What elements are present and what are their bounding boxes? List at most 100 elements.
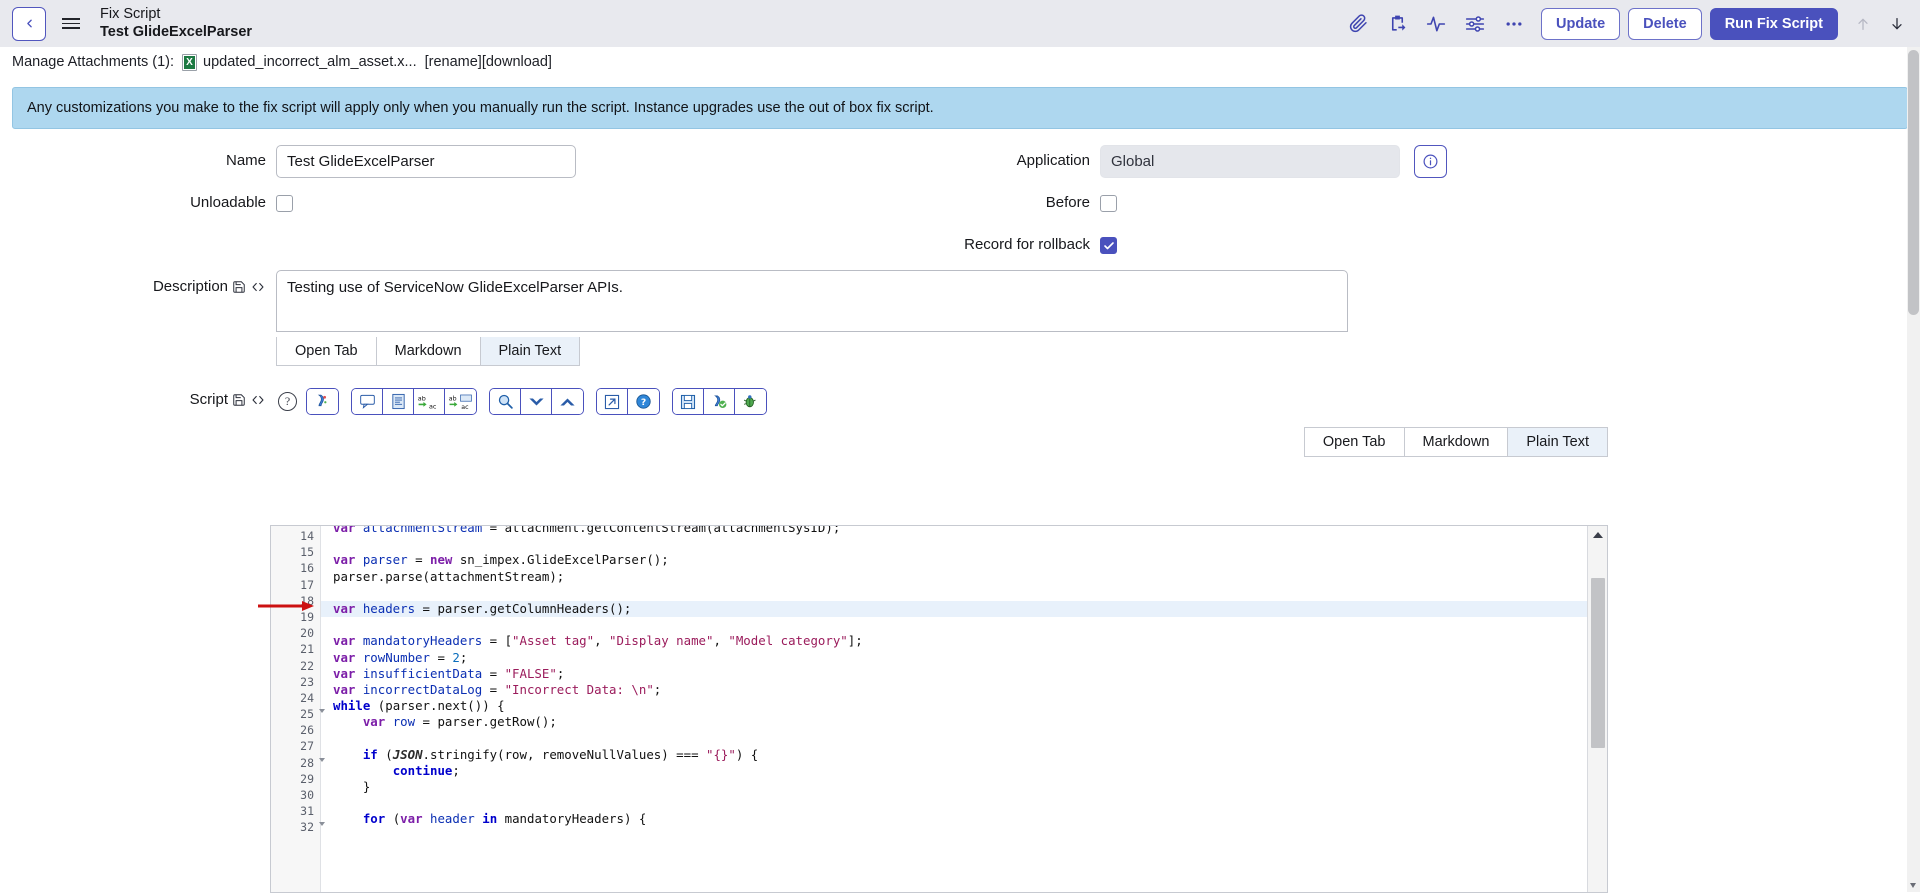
editor-code-line[interactable]: var attachmentStream = attachment.getCon… <box>321 526 1607 536</box>
script-tab-open-tab[interactable]: Open Tab <box>1304 428 1405 456</box>
description-tab-open-tab[interactable]: Open Tab <box>277 337 377 365</box>
svg-text:ac: ac <box>429 402 437 410</box>
search-icon[interactable] <box>490 389 521 414</box>
page-vertical-scrollbar[interactable] <box>1907 47 1920 892</box>
attachment-rename-link[interactable]: [rename] <box>425 54 482 70</box>
comment-icon[interactable] <box>352 389 383 414</box>
toolbar-group-navigate <box>489 388 584 415</box>
code-token: var <box>333 681 363 697</box>
code-brackets-icon[interactable] <box>250 393 266 407</box>
info-banner-text: Any customizations you make to the fix s… <box>27 100 934 116</box>
clipboard-export-icon[interactable] <box>1386 13 1408 35</box>
save-floppy-icon[interactable] <box>232 280 246 294</box>
editor-code-line[interactable]: var incorrectDataLog = "Incorrect Data: … <box>321 682 1607 698</box>
before-checkbox[interactable] <box>1100 195 1117 212</box>
form-col-right: Record for rollback <box>960 234 1920 254</box>
editor-code-line[interactable] <box>321 617 1607 633</box>
open-external-icon[interactable] <box>597 389 628 414</box>
form-col-right: Application Global <box>960 145 1920 178</box>
application-value[interactable]: Global <box>1100 145 1400 178</box>
editor-line-number: 22 <box>300 658 314 673</box>
activity-pulse-icon[interactable] <box>1425 13 1447 35</box>
code-token: JSON <box>392 746 423 762</box>
next-record-arrow-icon[interactable] <box>1888 14 1906 34</box>
update-button[interactable]: Update <box>1541 7 1621 40</box>
editor-code-line[interactable]: while (parser.next()) { <box>321 698 1607 714</box>
run-fix-script-button[interactable]: Run Fix Script <box>1709 7 1838 40</box>
editor-code-line[interactable]: } <box>321 779 1607 795</box>
code-brackets-icon[interactable] <box>250 280 266 294</box>
editor-code-area[interactable]: var attachmentStream = attachment.getCon… <box>321 526 1607 892</box>
form-row-description: Description Open Tab Markdown Plain Text <box>0 270 1920 366</box>
syntax-colorizer-icon[interactable] <box>307 389 338 414</box>
check-icon <box>1103 241 1114 249</box>
editor-code-line[interactable]: if (JSON.stringify(row, removeNullValues… <box>321 747 1607 763</box>
debug-bug-icon[interactable] <box>735 389 766 414</box>
editor-code-line[interactable] <box>321 585 1607 601</box>
editor-line-number-gutter: 14 15 16 17 18 19 20 21 22 23 24 25 26 27 28 29 30 31 32 <box>271 526 325 892</box>
description-textarea[interactable] <box>276 270 1348 332</box>
name-input[interactable] <box>276 145 576 178</box>
attachment-file-name[interactable]: updated_incorrect_alm_asset.x... <box>203 54 417 70</box>
format-document-icon[interactable] <box>383 389 414 414</box>
editor-scroll-thumb[interactable] <box>1591 578 1605 748</box>
jump-up-icon[interactable] <box>552 389 583 414</box>
editor-code-line[interactable] <box>321 795 1607 811</box>
record-for-rollback-checkbox[interactable] <box>1100 237 1117 254</box>
editor-code-line[interactable]: parser.parse(attachmentStream); <box>321 569 1607 585</box>
delete-button[interactable]: Delete <box>1628 7 1702 40</box>
code-token: = <box>407 552 430 568</box>
attachment-icon[interactable] <box>1347 13 1369 35</box>
page-scroll-thumb[interactable] <box>1908 50 1919 315</box>
editor-vertical-scrollbar[interactable] <box>1587 526 1607 892</box>
code-token: rowNumber <box>362 649 430 665</box>
editor-code-line[interactable] <box>321 536 1607 552</box>
description-tab-markdown[interactable]: Markdown <box>376 337 481 365</box>
unloadable-checkbox[interactable] <box>276 195 293 212</box>
code-token: "Asset tag" <box>512 633 595 649</box>
form-row-name-application: Name Application Global <box>0 145 1920 178</box>
editor-line-number: 26 <box>300 723 314 738</box>
page-scroll-down-arrow-icon[interactable] <box>1910 883 1916 888</box>
replace-text-icon[interactable]: ab ac <box>414 389 445 414</box>
editor-code-line[interactable]: var mandatoryHeaders = ["Asset tag", "Di… <box>321 633 1607 649</box>
previous-record-arrow-icon[interactable] <box>1854 14 1872 34</box>
editor-scroll-up-arrow-icon[interactable] <box>1592 532 1603 538</box>
svg-text:ab: ab <box>418 394 426 402</box>
editor-code-line[interactable]: var insufficientData = "FALSE"; <box>321 666 1607 682</box>
save-floppy-icon[interactable] <box>232 393 246 407</box>
more-options-icon[interactable] <box>1503 13 1525 35</box>
editor-line-number: 25 <box>271 706 325 722</box>
editor-code-line[interactable]: for (var header in mandatoryHeaders) { <box>321 811 1607 827</box>
replace-all-icon[interactable]: ab ac <box>445 389 476 414</box>
description-tab-plain-text[interactable]: Plain Text <box>480 337 580 365</box>
preferences-sliders-icon[interactable] <box>1464 13 1486 35</box>
script-tab-markdown[interactable]: Markdown <box>1404 428 1509 456</box>
editor-code-line[interactable]: var rowNumber = 2; <box>321 650 1607 666</box>
attachment-download-link[interactable]: [download] <box>482 54 552 70</box>
application-label: Application <box>1016 152 1090 169</box>
save-icon[interactable] <box>673 389 704 414</box>
attachments-label[interactable]: Manage Attachments (1): <box>12 54 174 70</box>
question-circle-icon[interactable]: ? <box>278 392 297 411</box>
editor-code-line[interactable]: var parser = new sn_impex.GlideExcelPars… <box>321 552 1607 568</box>
editor-line-number: 18 <box>300 593 314 608</box>
application-info-button[interactable] <box>1414 145 1447 178</box>
back-button[interactable] <box>12 6 46 41</box>
editor-code-line[interactable]: var headers = parser.getColumnHeaders(); <box>321 600 1607 618</box>
editor-line-number: 17 <box>300 577 314 592</box>
editor-code-line[interactable]: continue; <box>321 763 1607 779</box>
editor-code-line[interactable]: var row = parser.getRow(); <box>321 714 1607 730</box>
code-token: in <box>482 811 498 827</box>
editor-line-number: 19 <box>300 609 314 624</box>
help-blue-icon[interactable]: ? <box>628 389 659 414</box>
hamburger-menu-button[interactable] <box>62 14 82 34</box>
editor-line-number: 21 <box>300 642 314 657</box>
editor-line-number: 28 <box>271 755 325 771</box>
script-code-editor[interactable]: 14 15 16 17 18 19 20 21 22 23 24 25 26 27 28 29 30 31 32 v… <box>270 525 1608 893</box>
syntax-check-icon[interactable] <box>704 389 735 414</box>
form-row-script: Script ? ab ac ab ac ? <box>0 384 1920 415</box>
jump-down-icon[interactable] <box>521 389 552 414</box>
editor-code-line[interactable] <box>321 730 1607 746</box>
script-tab-plain-text[interactable]: Plain Text <box>1508 428 1607 456</box>
